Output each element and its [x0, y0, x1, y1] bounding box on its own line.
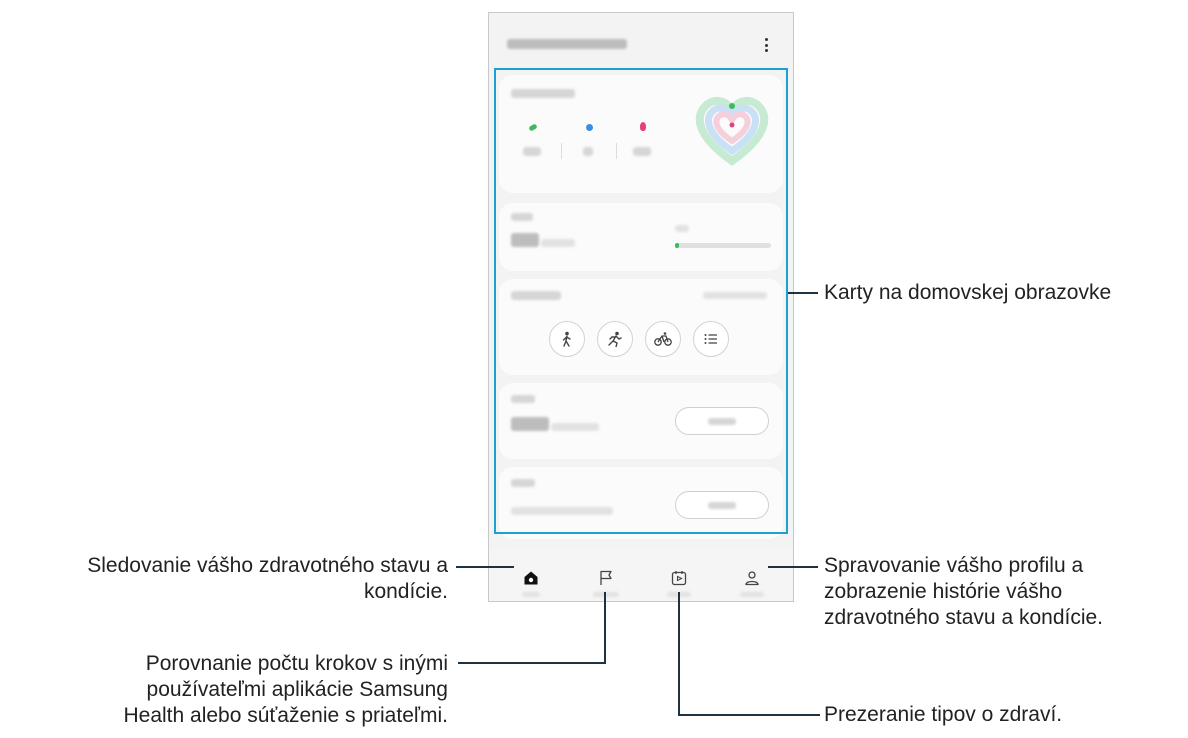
callout-tracking: Sledovanie vášho zdravotného stavu a kon… [0, 553, 448, 605]
app-title [507, 39, 627, 49]
callout-steps-line1: Porovnanie počtu krokov s inými [145, 652, 448, 675]
flag-icon [600, 570, 612, 585]
leader-line-tips-h [678, 714, 820, 716]
callout-tips: Prezeranie tipov o zdraví. [824, 703, 1063, 726]
leader-line-tracking [456, 566, 514, 568]
nav-profile[interactable] [732, 560, 772, 600]
leader-line-tips-v [678, 592, 680, 716]
callout-tracking-line1: Sledovanie vášho zdravotného stavu a [87, 554, 448, 577]
callout-tracking-line2: kondície. [363, 580, 448, 603]
callout-steps-line2: používateľmi aplikácie Samsung [146, 678, 448, 701]
nav-together[interactable] [586, 560, 626, 600]
more-vert-icon[interactable] [759, 35, 773, 55]
callout-profile-line3: zdravotného stavu a kondície. [824, 606, 1104, 629]
leader-line-steps-v [604, 592, 606, 663]
leader-line-steps-h [458, 662, 606, 664]
callout-profile-line2: zobrazenie histórie vášho [824, 580, 1063, 603]
home-icon [524, 571, 538, 585]
callout-home-cards: Karty na domovskej obrazovke [824, 281, 1112, 304]
person-icon [745, 571, 759, 586]
leader-line-profile [768, 566, 818, 568]
nav-home[interactable] [511, 560, 551, 600]
callout-profile-line1: Spravovanie vášho profilu a [824, 554, 1084, 577]
callout-steps: Porovnanie počtu krokov s inými používat… [0, 651, 448, 729]
leader-line-home-cards [788, 292, 818, 294]
play-calendar-icon [671, 571, 687, 586]
callout-profile: Spravovanie vášho profilu a zobrazenie h… [824, 553, 1184, 631]
home-cards-highlight [494, 68, 788, 534]
callout-steps-line3: Health alebo súťaženie s priateľmi. [123, 704, 448, 727]
